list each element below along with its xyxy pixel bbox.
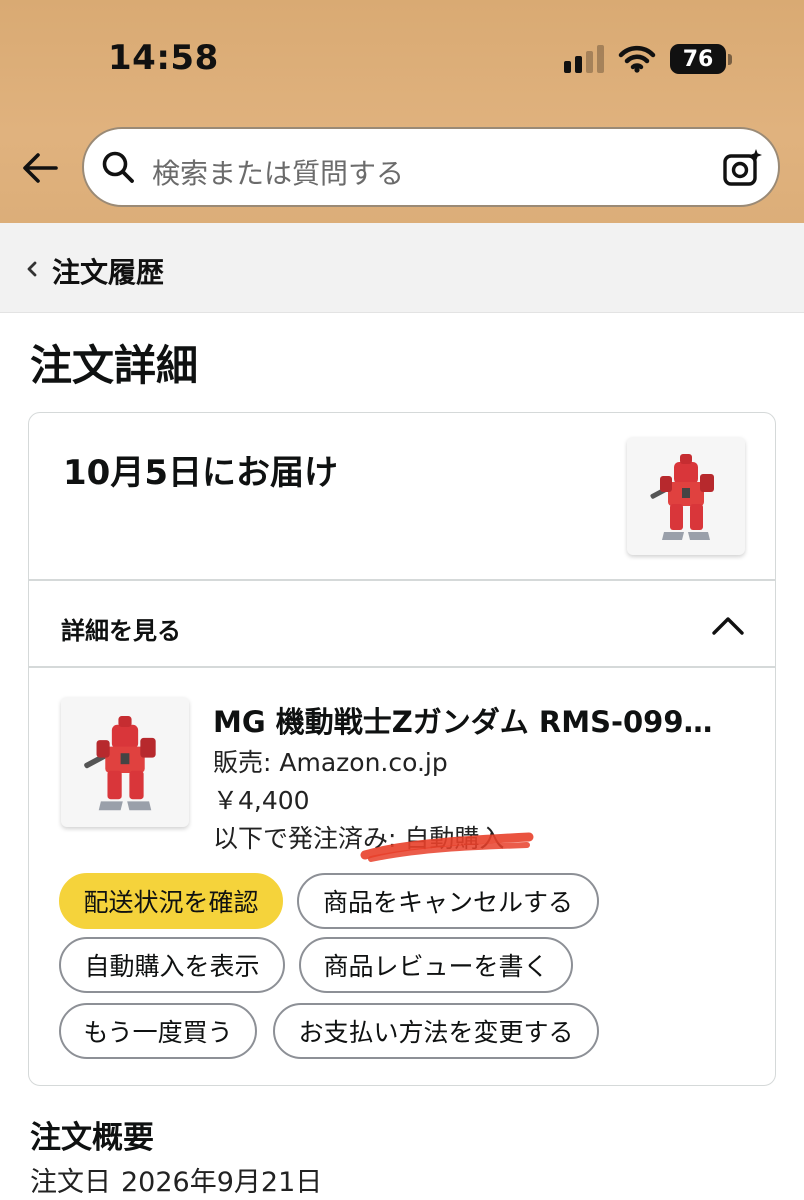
chevron-left-icon [27, 261, 37, 277]
item-title-link[interactable]: MG 機動戦士Zガンダム RMS-099… [213, 699, 713, 741]
wifi-icon [618, 45, 656, 73]
red-underline-annotation [360, 832, 534, 862]
camera-search-icon[interactable] [722, 147, 764, 189]
robot-figure-image [84, 716, 156, 811]
item-seller: 販売: Amazon.co.jp [213, 748, 448, 777]
order-summary-title: 注文概要 [30, 1120, 154, 1156]
search-bar[interactable]: 検索または質問する [82, 127, 780, 207]
track-package-button[interactable]: 配送状況を確認 [59, 873, 283, 929]
divider [29, 666, 775, 668]
order-date-label: 注文日 [30, 1167, 111, 1198]
item-price: ￥4,400 [213, 786, 310, 815]
buy-again-button[interactable]: もう一度買う [59, 1003, 257, 1059]
search-input[interactable]: 検索または質問する [152, 152, 404, 192]
change-payment-button[interactable]: お支払い方法を変更する [273, 1003, 599, 1059]
page-title: 注文詳細 [30, 341, 199, 390]
divider [29, 579, 775, 581]
status-time: 14:58 [108, 38, 219, 78]
cancel-item-button[interactable]: 商品をキャンセルする [297, 873, 599, 929]
app-header: 14:58 76 検索または質問する [0, 0, 804, 223]
battery-level: 76 [670, 44, 726, 74]
search-icon [102, 151, 134, 183]
battery-icon: 76 [670, 44, 732, 74]
breadcrumb-order-history[interactable]: 注文履歴 [52, 251, 164, 291]
chevron-up-icon[interactable] [711, 613, 745, 637]
write-review-button[interactable]: 商品レビューを書く [299, 937, 573, 993]
details-toggle-label[interactable]: 詳細を見る [61, 611, 181, 646]
cellular-signal-icon [564, 45, 604, 73]
shipment-card: 10月5日にお届け 詳細を見る MG 機動戦士Zガンダム RMS-099… 販売… [28, 412, 776, 1086]
delivery-date: 10月5日にお届け [63, 453, 338, 493]
order-date: 注文日 2026年9月21日 [30, 1160, 322, 1199]
item-thumbnail[interactable] [61, 697, 189, 827]
status-icons: 76 [564, 44, 732, 74]
view-autobuy-button[interactable]: 自動購入を表示 [59, 937, 285, 993]
robot-figure-image [650, 454, 714, 540]
product-thumbnail[interactable] [627, 437, 745, 555]
order-date-value: 2026年9月21日 [121, 1167, 323, 1198]
back-arrow-icon[interactable] [20, 148, 60, 188]
breadcrumb[interactable]: 注文履歴 [0, 223, 804, 313]
